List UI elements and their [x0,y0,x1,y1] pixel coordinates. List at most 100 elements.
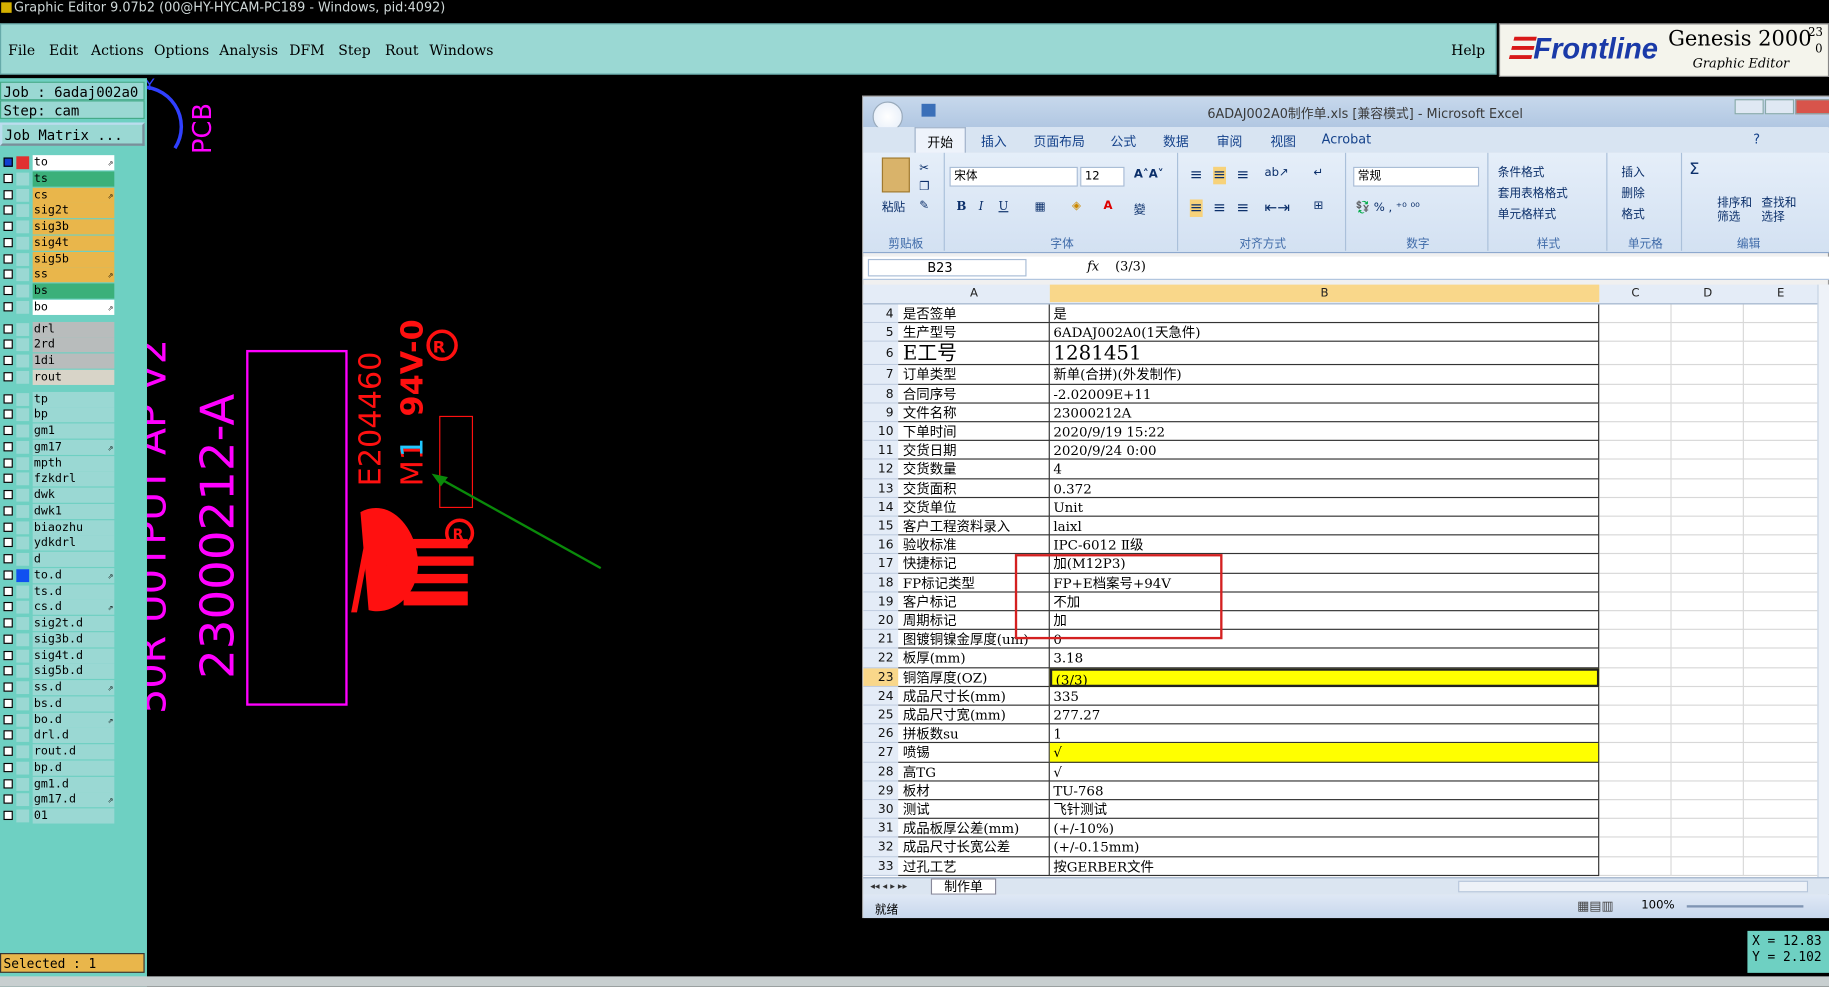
cell-c[interactable] [1599,649,1672,668]
layer-color-swatch[interactable] [16,568,30,582]
cell-label[interactable]: 是否签单 [898,304,1050,324]
layer-row[interactable]: to.d ⇗ [0,567,117,584]
menu-analysis[interactable]: Analysis [219,42,278,58]
cell-d[interactable] [1671,649,1744,668]
layer-color-swatch[interactable] [16,488,30,502]
layer-checkbox[interactable] [3,269,13,280]
cell-value[interactable]: IPC-6012 Ⅱ级 [1049,535,1600,555]
layer-color-swatch[interactable] [16,408,30,422]
cell-value[interactable]: -2.02009E+11 [1049,384,1600,404]
layer-color-swatch[interactable] [16,520,30,534]
layer-checkbox[interactable] [3,714,13,724]
row-number[interactable]: 13 [863,478,899,498]
layer-checkbox[interactable] [3,746,13,756]
layer-checkbox[interactable] [3,409,13,420]
cell-d[interactable] [1671,800,1744,820]
layer-color-swatch[interactable] [16,761,30,775]
minimize-icon[interactable] [1734,99,1764,115]
conditional-format-button[interactable]: 条件格式 [1498,162,1545,180]
layer-checkbox[interactable] [3,301,13,312]
col-header-c[interactable]: C [1599,287,1671,300]
format-painter-icon[interactable]: ✎ [919,199,929,212]
layer-row[interactable]: sig2t.d [0,615,117,632]
cell-label[interactable]: 高TG [898,762,1050,782]
menu-actions[interactable]: Actions [91,42,144,58]
row-number[interactable]: 19 [863,592,899,612]
menu-dfm[interactable]: DFM [289,42,324,58]
cell-e[interactable] [1743,762,1818,782]
graphics-canvas[interactable]: Y PCB 50R U0TPUT AP V2 23000212-A E20446… [130,75,861,976]
cell-label[interactable]: 订单类型 [898,365,1050,385]
layer-color-swatch[interactable] [16,172,30,186]
layer-checkbox[interactable] [3,457,13,468]
cell-c[interactable] [1599,667,1672,687]
menu-step[interactable]: Step [338,42,370,58]
tab-data[interactable]: 数据 [1163,132,1189,151]
layer-color-swatch[interactable] [16,504,30,518]
cell-d[interactable] [1671,724,1744,744]
cell-d[interactable] [1671,554,1744,574]
layer-color-swatch[interactable] [16,665,30,679]
italic-icon[interactable]: I [979,201,984,214]
layer-color-swatch[interactable] [16,370,30,384]
layer-checkbox[interactable] [3,618,13,628]
cell-c[interactable] [1599,384,1672,404]
cell-d[interactable] [1671,460,1744,479]
cell-label[interactable]: 铜箔厚度(OZ) [898,667,1050,687]
zoom-slider[interactable] [1686,905,1804,908]
cell-c[interactable] [1599,573,1672,593]
align-left-icon[interactable]: ≡ [1189,199,1203,217]
horizontal-scrollbar[interactable] [1458,880,1809,893]
row-number[interactable]: 22 [863,649,899,668]
cell-label[interactable]: 喷锡 [898,743,1050,763]
cell-d[interactable] [1671,497,1744,517]
menu-help[interactable]: Help [1451,42,1485,58]
layer-row[interactable]: sig4t [0,235,117,251]
format-cells-button[interactable]: 格式 [1621,204,1644,222]
orientation-icon[interactable]: ab↗ [1264,167,1288,180]
tab-home[interactable]: 开始 [914,127,966,153]
cell-d[interactable] [1671,705,1744,725]
cell-e[interactable] [1743,573,1818,593]
cell-label[interactable]: 生产型号 [898,323,1050,343]
layer-color-swatch[interactable] [16,745,30,759]
col-header-d[interactable]: D [1672,287,1744,300]
layer-color-swatch[interactable] [16,322,30,336]
fx-icon[interactable]: fx [1087,259,1099,274]
cell-e[interactable] [1743,819,1818,838]
layer-checkbox[interactable] [3,778,13,788]
cell-e[interactable] [1743,725,1818,744]
layer-row[interactable]: dwk [0,487,117,504]
layer-row[interactable]: bo ⇗ [0,299,117,315]
cell-d[interactable] [1671,762,1744,782]
row-number[interactable]: 33 [863,856,899,876]
bold-icon[interactable]: B [957,201,967,214]
layer-color-swatch[interactable] [16,440,30,454]
menu-options[interactable]: Options [154,42,209,58]
layer-color-swatch[interactable] [16,204,30,218]
layer-row[interactable]: sig4t.d [0,647,117,664]
layer-row[interactable]: bo.d ⇗ [0,712,117,728]
cell-e[interactable] [1743,460,1818,479]
cell-e[interactable] [1743,441,1818,461]
find-select-button[interactable]: 查找和 选择 [1761,197,1796,225]
row-number[interactable]: 32 [863,838,899,857]
layer-checkbox[interactable] [3,355,13,366]
layer-checkbox[interactable] [3,323,13,334]
insert-cells-button[interactable]: 插入 [1621,162,1644,180]
layer-color-swatch[interactable] [16,649,30,662]
layer-color-swatch[interactable] [16,793,30,807]
layer-row[interactable]: gm1 [0,423,117,439]
delete-cells-button[interactable]: 删除 [1621,183,1644,201]
layer-checkbox[interactable] [3,237,13,248]
cell-d[interactable] [1671,478,1744,498]
layer-color-swatch[interactable] [16,633,30,646]
layer-row[interactable]: to ⇗ [0,155,117,171]
cell-label[interactable]: 成品尺寸长(mm) [898,686,1050,706]
cell-value[interactable]: 6ADAJ002A0(1天急件) [1049,323,1600,343]
layer-color-swatch[interactable] [16,777,30,791]
job-matrix-button[interactable]: Job Matrix ... [0,122,145,146]
cell-value[interactable]: 3.18 [1049,649,1600,668]
align-top-icon[interactable]: ≡ [1190,167,1203,184]
cell-e[interactable] [1743,630,1818,650]
